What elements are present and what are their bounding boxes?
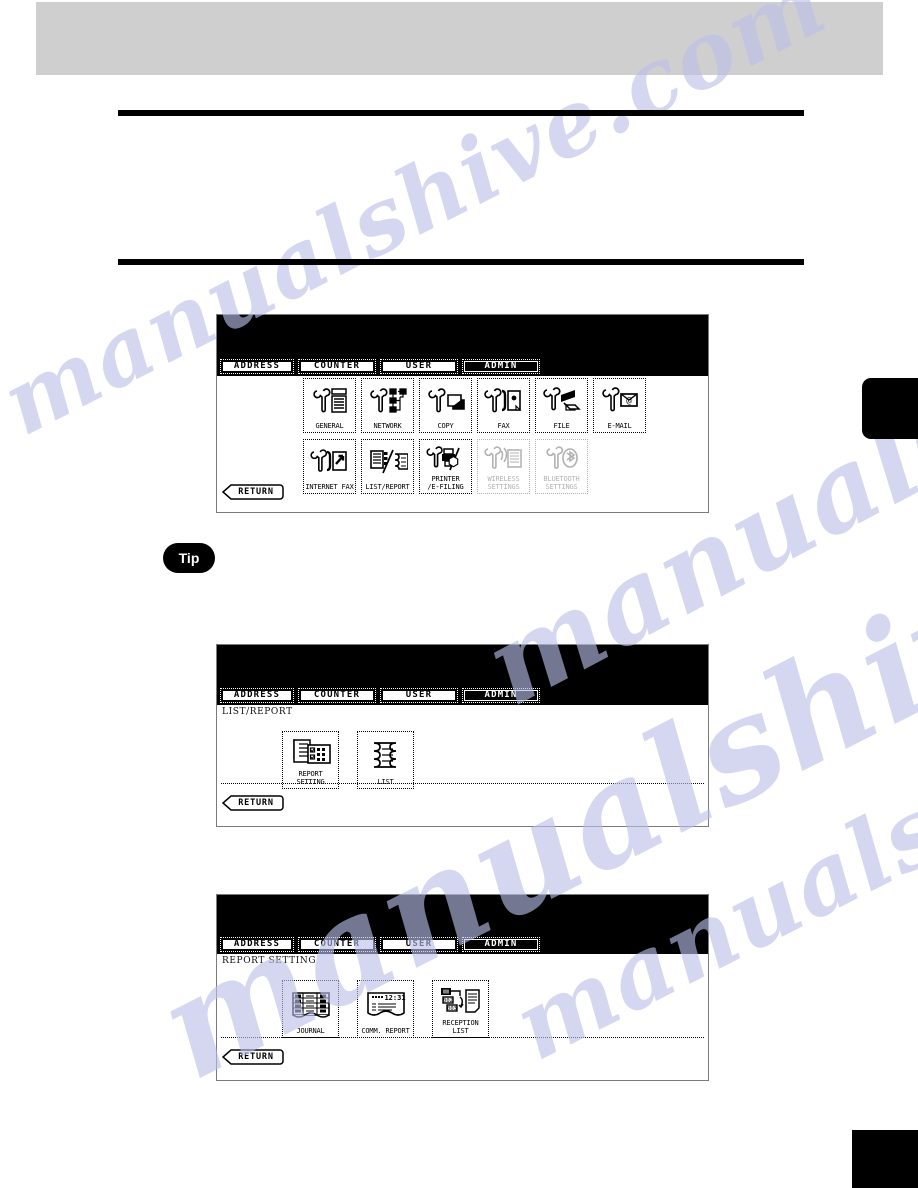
button-internet-fax[interactable]: INTERNET FAX xyxy=(303,439,356,494)
lcd-content: GENERAL NETWORK COPY FAX FILE @ E-MAIL I… xyxy=(217,376,708,512)
list-report-row: REPORT SETTING LIST xyxy=(282,731,414,789)
section-rule-middle xyxy=(118,259,804,265)
content-divider xyxy=(221,1037,704,1038)
svg-text:@: @ xyxy=(626,396,632,406)
button-copy[interactable]: COPY xyxy=(419,378,472,433)
wrench-copy-icon xyxy=(421,380,470,423)
page-side-tab-marker xyxy=(862,378,918,439)
comm-report-icon: 12:31 xyxy=(359,982,412,1028)
tab-admin[interactable]: ADMIN xyxy=(462,688,540,703)
button-label: INTERNET FAX xyxy=(305,482,354,491)
button-bluetooth-settings: BLUETOOTH SETTINGS xyxy=(535,439,588,494)
wrench-copier-icon xyxy=(305,380,354,423)
wrench-file-icon xyxy=(537,380,586,423)
lcd-panel-list-report: ADDRESS COUNTER USER ADMIN LIST/REPORT R… xyxy=(216,644,709,827)
button-report-setting[interactable]: REPORT SETTING xyxy=(282,731,339,789)
tab-user[interactable]: USER xyxy=(380,937,458,952)
button-label: COMM. REPORT xyxy=(361,1026,410,1035)
page-header-band xyxy=(36,2,883,75)
tab-address[interactable]: ADDRESS xyxy=(220,688,294,703)
tab-admin[interactable]: ADMIN xyxy=(462,937,540,952)
button-label: FAX xyxy=(497,421,510,430)
button-general[interactable]: GENERAL xyxy=(303,378,356,433)
lcd-content: LIST/REPORT REPORT SETTING LIST RETURN xyxy=(217,705,708,826)
return-button[interactable]: RETURN xyxy=(222,1049,284,1065)
tab-address[interactable]: ADDRESS xyxy=(220,359,294,374)
lcd-tabbar: ADDRESS COUNTER USER ADMIN xyxy=(220,359,540,374)
button-printer-efiling[interactable]: PRINTER /E-FILING xyxy=(419,439,472,494)
list-report-icon xyxy=(363,441,412,484)
lcd-titlebar: ADDRESS COUNTER USER ADMIN xyxy=(217,895,708,954)
wrench-fax-icon xyxy=(479,380,528,423)
button-reception-list[interactable]: 002 003 RECEPTION LIST xyxy=(432,980,489,1038)
svg-text:12:31: 12:31 xyxy=(384,994,405,1002)
button-label: GENERAL xyxy=(315,421,344,430)
wrench-internet-fax-icon xyxy=(305,441,354,484)
button-label: COPY xyxy=(437,421,454,430)
button-label: E-MAIL xyxy=(607,421,632,430)
report-setting-icon xyxy=(284,733,337,771)
lcd-panel-report-setting: ADDRESS COUNTER USER ADMIN REPORT SETTIN… xyxy=(216,894,709,1081)
button-comm-report[interactable]: 12:31 COMM. REPORT xyxy=(357,980,414,1038)
button-list-report[interactable]: LIST/REPORT xyxy=(361,439,414,494)
wrench-wireless-icon xyxy=(479,441,528,476)
tab-user[interactable]: USER xyxy=(380,359,458,374)
wrench-printer-efiling-icon xyxy=(421,441,470,476)
list-scroll-icon xyxy=(359,733,412,779)
reception-list-icon: 002 003 xyxy=(434,982,487,1020)
wrench-network-icon xyxy=(363,380,412,423)
admin-menu-row-2: INTERNET FAX LIST/REPORT PRINTER /E-FILI… xyxy=(303,439,588,494)
lcd-content: REPORT SETTING JOURNAL 12:31 COMM. REPOR… xyxy=(217,954,708,1080)
admin-menu-row-1: GENERAL NETWORK COPY FAX FILE @ E-MAIL xyxy=(303,378,646,433)
button-label: FILE xyxy=(553,421,570,430)
button-email[interactable]: @ E-MAIL xyxy=(593,378,646,433)
button-list[interactable]: LIST xyxy=(357,731,414,789)
svg-text:002: 002 xyxy=(443,998,453,1004)
button-label: LIST/REPORT xyxy=(365,482,410,491)
wrench-bluetooth-icon xyxy=(537,441,586,476)
tab-user[interactable]: USER xyxy=(380,688,458,703)
button-label: REPORT SETTING xyxy=(296,770,325,786)
return-button-label: RETURN xyxy=(238,798,274,808)
return-button-label: RETURN xyxy=(238,487,274,497)
tip-badge: Tip xyxy=(163,543,215,573)
journal-table-icon xyxy=(284,982,337,1028)
return-button[interactable]: RETURN xyxy=(222,795,284,811)
lcd-titlebar: ADDRESS COUNTER USER ADMIN xyxy=(217,645,708,705)
button-wireless-settings: WIRELESS SETTINGS xyxy=(477,439,530,494)
lcd-tabbar: ADDRESS COUNTER USER ADMIN xyxy=(220,937,540,952)
wrench-email-icon: @ xyxy=(595,380,644,423)
return-button-label: RETURN xyxy=(238,1052,274,1062)
button-label: NETWORK xyxy=(373,421,402,430)
button-file[interactable]: FILE xyxy=(535,378,588,433)
content-divider xyxy=(221,783,704,784)
tab-address[interactable]: ADDRESS xyxy=(220,937,294,952)
return-button[interactable]: RETURN xyxy=(222,484,284,500)
button-label: RECEPTION LIST xyxy=(442,1019,479,1035)
tab-counter[interactable]: COUNTER xyxy=(298,359,376,374)
button-label: JOURNAL xyxy=(296,1026,325,1035)
button-label: BLUETOOTH SETTINGS xyxy=(543,475,580,491)
report-setting-row: JOURNAL 12:31 COMM. REPORT 002 003 RECEP… xyxy=(282,980,489,1038)
button-fax[interactable]: FAX xyxy=(477,378,530,433)
lcd-panel-admin-menu: ADDRESS COUNTER USER ADMIN GENERAL NETWO… xyxy=(216,314,709,513)
lcd-titlebar: ADDRESS COUNTER USER ADMIN xyxy=(217,315,708,376)
breadcrumb: LIST/REPORT xyxy=(222,707,293,717)
button-label: PRINTER /E-FILING xyxy=(427,475,464,491)
tab-admin[interactable]: ADMIN xyxy=(462,359,540,374)
tab-counter[interactable]: COUNTER xyxy=(298,688,376,703)
button-network[interactable]: NETWORK xyxy=(361,378,414,433)
breadcrumb: REPORT SETTING xyxy=(222,956,317,966)
page-corner-block xyxy=(852,1127,918,1188)
section-rule-top xyxy=(118,110,804,116)
button-label: WIRELESS SETTINGS xyxy=(487,475,520,491)
svg-text:003: 003 xyxy=(447,1006,457,1012)
button-journal[interactable]: JOURNAL xyxy=(282,980,339,1038)
tab-counter[interactable]: COUNTER xyxy=(298,937,376,952)
lcd-tabbar: ADDRESS COUNTER USER ADMIN xyxy=(220,688,540,703)
